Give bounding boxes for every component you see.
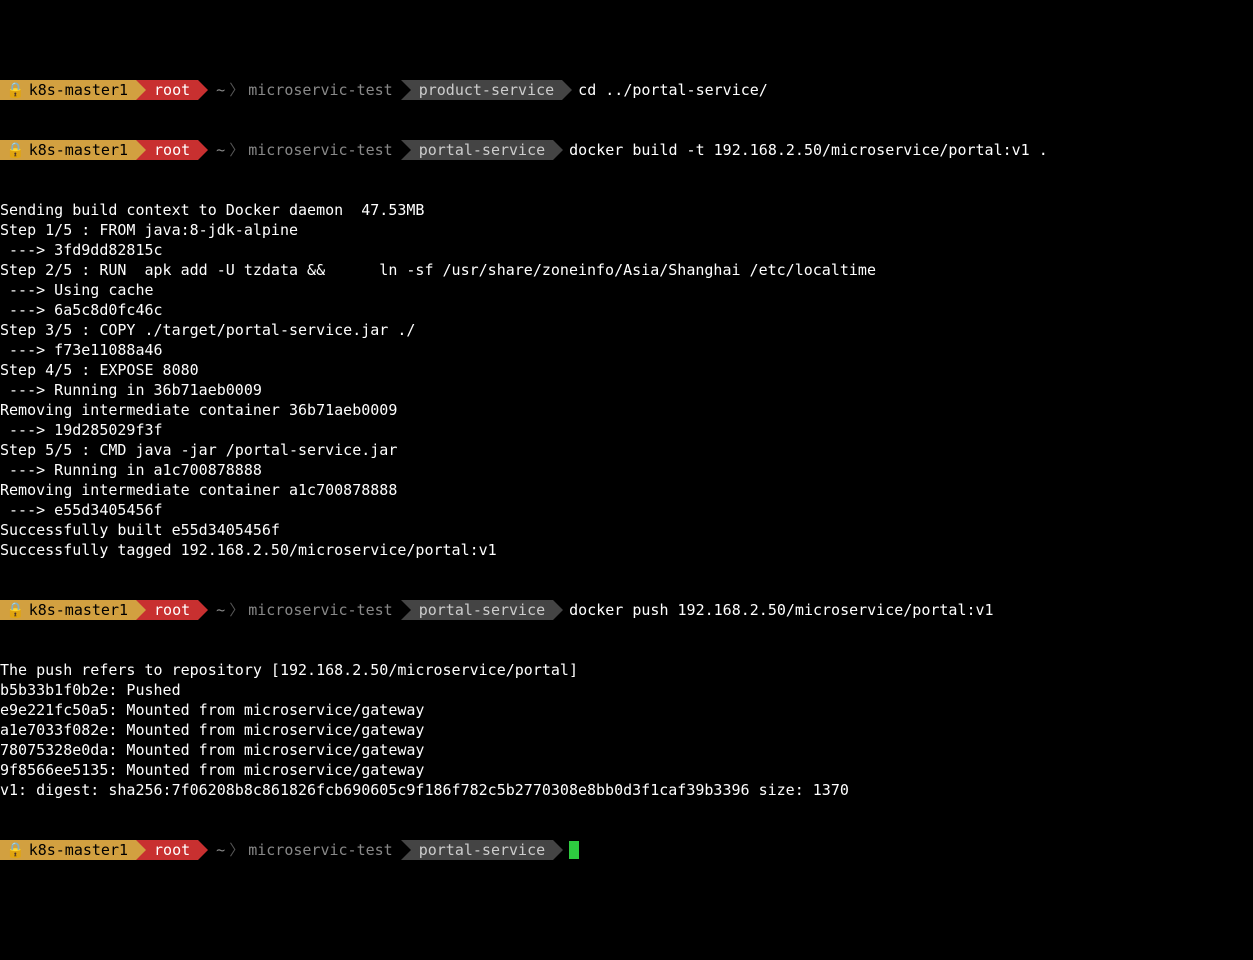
prompt-path: ~〉microservic-test <box>198 140 401 160</box>
lock-icon: 🔒 <box>6 80 25 100</box>
output-line: Step 5/5 : CMD java -jar /portal-service… <box>0 440 1253 460</box>
output-line: Successfully built e55d3405456f <box>0 520 1253 540</box>
prompt-host: 🔒k8s-master1 <box>0 600 136 620</box>
prompt-line-3[interactable]: 🔒k8s-master1 root ~〉microservic-test por… <box>0 600 1253 620</box>
output-line: ---> f73e11088a46 <box>0 340 1253 360</box>
output-line: Step 2/5 : RUN apk add -U tzdata && ln -… <box>0 260 1253 280</box>
lock-icon: 🔒 <box>6 140 25 160</box>
push-output: The push refers to repository [192.168.2… <box>0 660 1253 800</box>
prompt-dir: portal-service <box>401 600 553 620</box>
prompt-path: ~〉microservic-test <box>198 600 401 620</box>
output-line: ---> Running in a1c700878888 <box>0 460 1253 480</box>
prompt-host: 🔒k8s-master1 <box>0 840 136 860</box>
output-line: Step 4/5 : EXPOSE 8080 <box>0 360 1253 380</box>
output-line: ---> 19d285029f3f <box>0 420 1253 440</box>
prompt-path: ~〉microservic-test <box>198 80 401 100</box>
output-line: 78075328e0da: Mounted from microservice/… <box>0 740 1253 760</box>
output-line: The push refers to repository [192.168.2… <box>0 660 1253 680</box>
prompt-dir: portal-service <box>401 140 553 160</box>
output-line: v1: digest: sha256:7f06208b8c861826fcb69… <box>0 780 1253 800</box>
output-line: ---> Using cache <box>0 280 1253 300</box>
output-line: ---> e55d3405456f <box>0 500 1253 520</box>
output-line: ---> 6a5c8d0fc46c <box>0 300 1253 320</box>
command-text: cd ../portal-service/ <box>562 80 768 100</box>
prompt-dir: product-service <box>401 80 562 100</box>
prompt-host: 🔒k8s-master1 <box>0 80 136 100</box>
output-line: Step 3/5 : COPY ./target/portal-service.… <box>0 320 1253 340</box>
prompt-path: ~〉microservic-test <box>198 840 401 860</box>
prompt-host: 🔒k8s-master1 <box>0 140 136 160</box>
lock-icon: 🔒 <box>6 600 25 620</box>
cursor[interactable] <box>569 841 579 859</box>
output-line: e9e221fc50a5: Mounted from microservice/… <box>0 700 1253 720</box>
prompt-line-1[interactable]: 🔒k8s-master1 root ~〉microservic-test pro… <box>0 80 1253 100</box>
prompt-line-4[interactable]: 🔒k8s-master1 root ~〉microservic-test por… <box>0 840 1253 860</box>
output-line: 9f8566ee5135: Mounted from microservice/… <box>0 760 1253 780</box>
build-output: Sending build context to Docker daemon 4… <box>0 200 1253 560</box>
output-line: a1e7033f082e: Mounted from microservice/… <box>0 720 1253 740</box>
output-line: b5b33b1f0b2e: Pushed <box>0 680 1253 700</box>
lock-icon: 🔒 <box>6 840 25 860</box>
prompt-dir: portal-service <box>401 840 553 860</box>
output-line: ---> Running in 36b71aeb0009 <box>0 380 1253 400</box>
output-line: Successfully tagged 192.168.2.50/microse… <box>0 540 1253 560</box>
output-line: Removing intermediate container a1c70087… <box>0 480 1253 500</box>
prompt-line-2[interactable]: 🔒k8s-master1 root ~〉microservic-test por… <box>0 140 1253 160</box>
command-text: docker build -t 192.168.2.50/microservic… <box>553 140 1048 160</box>
output-line: ---> 3fd9dd82815c <box>0 240 1253 260</box>
output-line: Removing intermediate container 36b71aeb… <box>0 400 1253 420</box>
command-text: docker push 192.168.2.50/microservice/po… <box>553 600 993 620</box>
output-line: Step 1/5 : FROM java:8-jdk-alpine <box>0 220 1253 240</box>
output-line: Sending build context to Docker daemon 4… <box>0 200 1253 220</box>
